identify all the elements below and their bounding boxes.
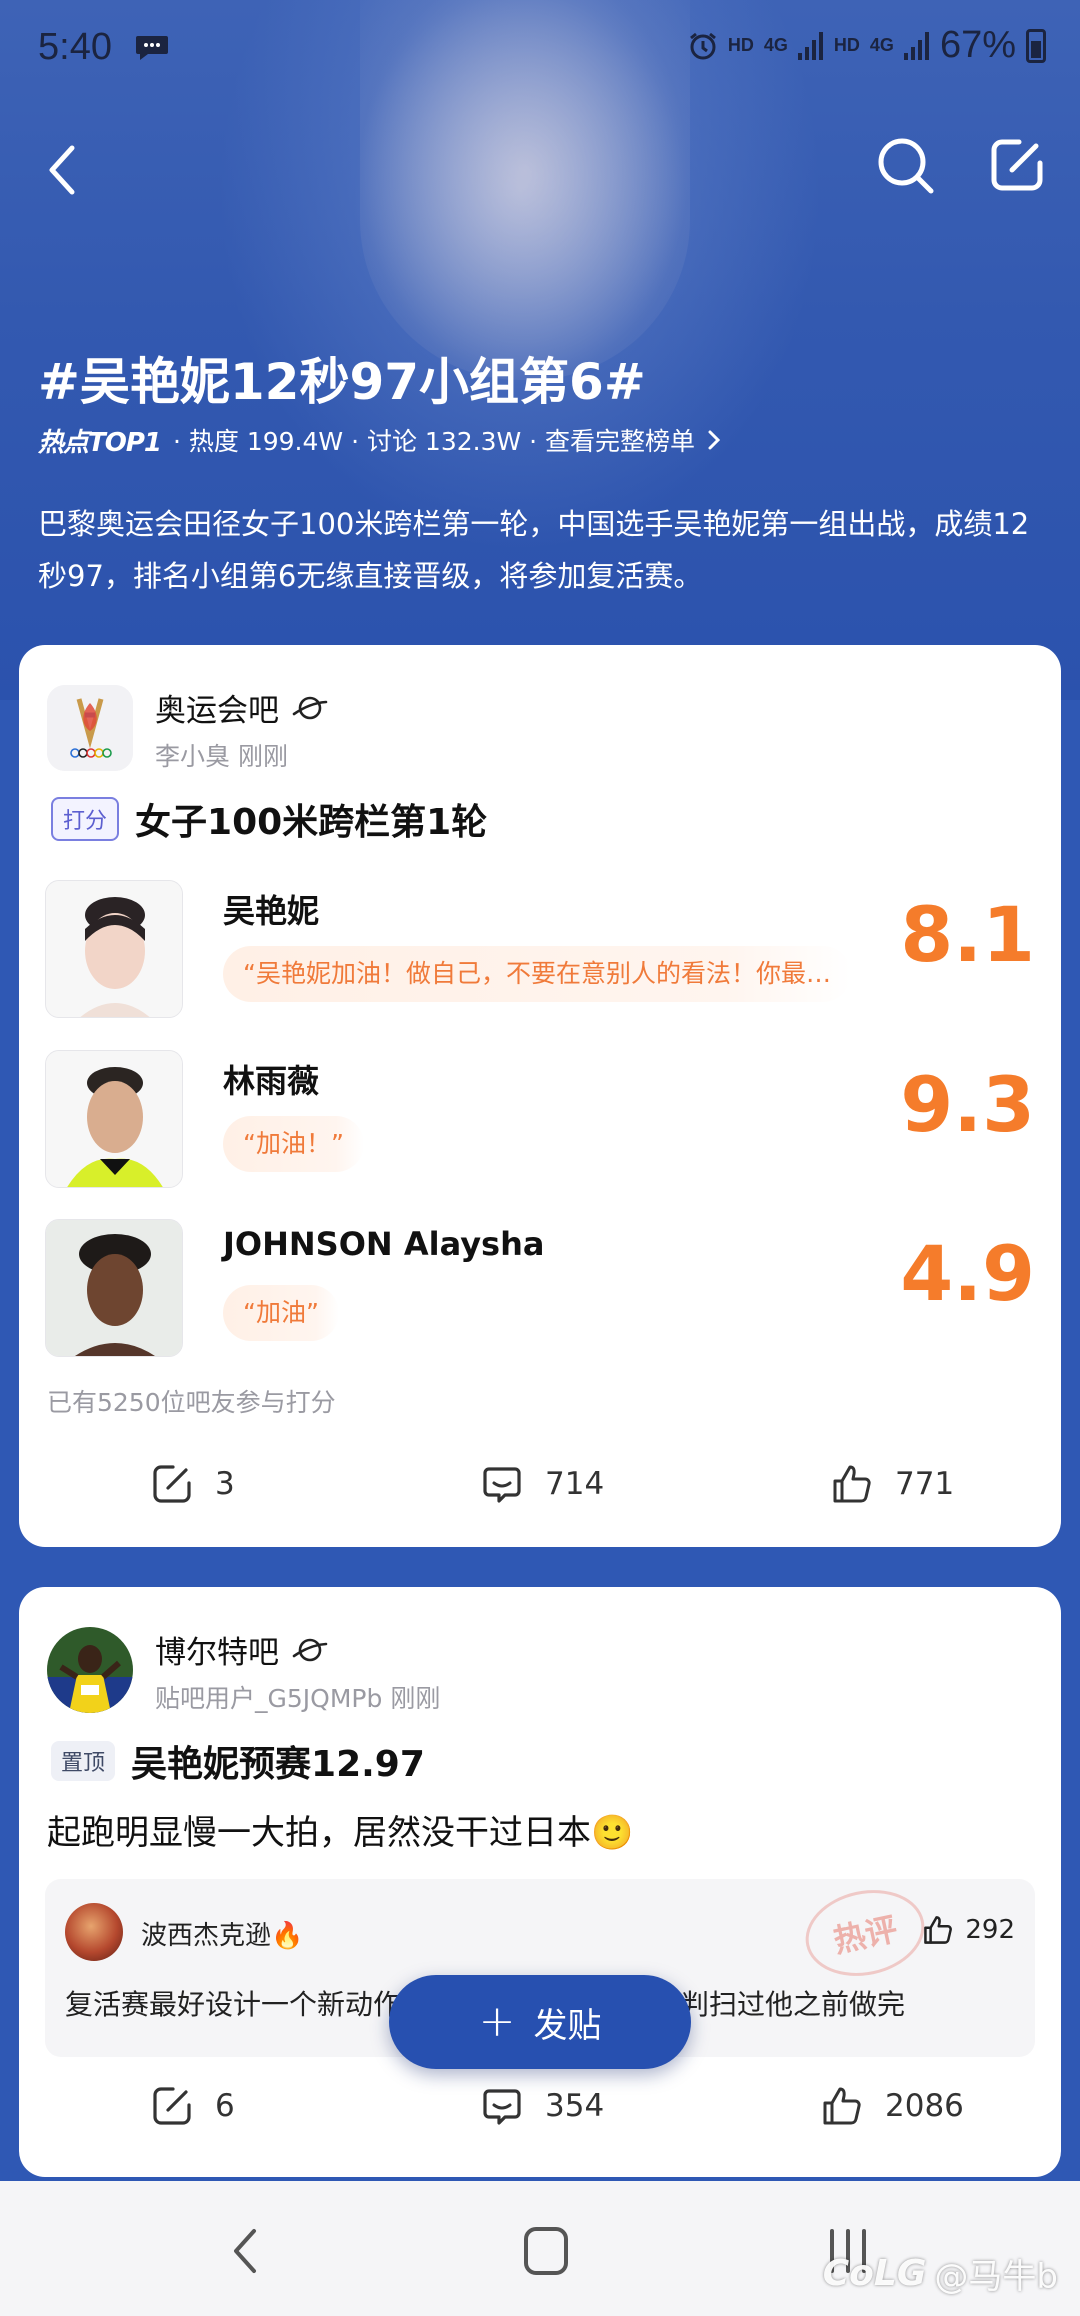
- net2-label: HD: [833, 35, 860, 55]
- watermark: CoLG @马牛b: [823, 2249, 1058, 2298]
- battery-icon: [1026, 28, 1046, 63]
- share-button[interactable]: 6: [149, 2083, 235, 2129]
- net1-type: 4G: [763, 35, 788, 55]
- system-nav-bar: CoLG @马牛b: [0, 2181, 1080, 2316]
- thumbs-up-icon: [833, 1465, 871, 1503]
- participant-count: 已有5250位吧友参与打分: [47, 1388, 336, 1417]
- compose-icon[interactable]: [986, 134, 1048, 196]
- rating-post-card[interactable]: 奥运会吧 李小臭 刚刚 打分 女子100米跨栏第1轮 吴艳妮 “吴艳妮加油！做自…: [19, 645, 1061, 1547]
- comment-count: 354: [545, 2088, 605, 2124]
- share-edit-icon: [153, 2087, 191, 2125]
- signal-icon: [903, 31, 930, 60]
- athlete-photo: [45, 1050, 183, 1188]
- comment-icon: [483, 1467, 521, 1503]
- athlete-photo: [45, 1219, 183, 1357]
- new-post-button[interactable]: + 发贴: [389, 1975, 691, 2069]
- topic-title: #吴艳妮12秒97小组第6#: [38, 353, 646, 411]
- athlete-name: 林雨薇: [223, 1062, 320, 1100]
- back-arrow-icon[interactable]: [38, 140, 88, 200]
- search-icon[interactable]: [874, 134, 936, 196]
- share-button[interactable]: 3: [149, 1461, 235, 1507]
- message-icon: [136, 36, 168, 60]
- battery-percent: 67%: [939, 24, 1016, 66]
- share-edit-icon: [153, 1465, 191, 1503]
- athlete-photo: [45, 880, 183, 1018]
- nav-back-icon[interactable]: [218, 2223, 278, 2279]
- comment-button[interactable]: 354: [479, 2083, 604, 2129]
- pinned-post-card[interactable]: 博尔特吧 贴吧用户_G5JQMPb 刚刚 置顶 吴艳妮预赛12.97 起跑明显慢…: [19, 1587, 1061, 2177]
- like-button[interactable]: 2086: [819, 2083, 964, 2129]
- alarm-icon: [689, 32, 716, 59]
- comment-button[interactable]: 714: [479, 1461, 604, 1507]
- bar-name-label: 博尔特吧: [155, 1635, 279, 1671]
- rating-row[interactable]: 林雨薇 “加油！” 9.3: [45, 1050, 1035, 1188]
- comment-count: 714: [545, 1466, 605, 1502]
- thumbs-up-icon: [924, 1916, 953, 1944]
- chevron-right-icon: [708, 430, 721, 450]
- rating-row[interactable]: JOHNSON Alaysha “加油” 4.9: [45, 1219, 1035, 1357]
- bar-name[interactable]: 奥运会吧: [155, 685, 329, 730]
- rating-score: 9.3: [900, 1060, 1035, 1149]
- post-author-line: 贴吧用户_G5JQMPb 刚刚: [155, 1679, 440, 1715]
- bar-avatar-image: [47, 1627, 133, 1713]
- net1-label: HD: [727, 35, 754, 55]
- topic-description: 巴黎奥运会田径女子100米跨栏第一轮，中国选手吴艳妮第一组出战，成绩12秒97，…: [38, 507, 1030, 593]
- pinned-badge: 置顶: [51, 1741, 116, 1781]
- status-icons: HD 4G HD 4G 67%: [688, 24, 1046, 67]
- comment-like-count: 292: [965, 1915, 1015, 1945]
- watermark-logo: CoLG: [822, 2253, 927, 2294]
- post-author[interactable]: 李小臭: [155, 742, 230, 771]
- post-time: 刚刚: [390, 1684, 441, 1713]
- commenter-avatar[interactable]: [65, 1903, 123, 1961]
- topic-meta[interactable]: 热点TOP1 · 热度 199.4W · 讨论 132.3W · 查看完整榜单: [38, 420, 723, 460]
- nav-home-icon[interactable]: [516, 2223, 576, 2279]
- top-rating-quote: “吴艳妮加油！做自己，不要在意别人的看法！你最…: [223, 946, 851, 1002]
- thumbs-up-icon: [823, 2087, 861, 2125]
- rating-score: 4.9: [900, 1229, 1035, 1318]
- paris-2024-logo: [47, 685, 133, 771]
- plus-icon: +: [478, 1996, 516, 2047]
- bar-name-label: 奥运会吧: [155, 693, 279, 729]
- post-title-row[interactable]: 打分 女子100米跨栏第1轮: [51, 793, 487, 845]
- athlete-name: JOHNSON Alaysha: [223, 1225, 545, 1263]
- net2-type: 4G: [869, 35, 894, 55]
- post-actions: 6 354 2086: [19, 2083, 1061, 2143]
- status-bar: 5:40 HD 4G HD 4G 67%: [0, 0, 1080, 94]
- post-author[interactable]: 贴吧用户_G5JQMPb: [155, 1684, 382, 1713]
- post-title: 吴艳妮预赛12.97: [131, 1744, 425, 1785]
- hot-top1-badge: 热点TOP1: [38, 427, 162, 458]
- topic-stats: · 热度 199.4W · 讨论 132.3W · 查看完整榜单: [173, 427, 696, 456]
- signal-icon: [797, 31, 824, 60]
- post-title: 女子100米跨栏第1轮: [135, 802, 488, 843]
- status-time: 5:40: [38, 26, 112, 68]
- comment-like-button[interactable]: 292: [921, 1913, 1015, 1947]
- rating-badge: 打分: [51, 797, 120, 841]
- post-actions: 3 714 771: [19, 1461, 1061, 1521]
- rating-row[interactable]: 吴艳妮 “吴艳妮加油！做自己，不要在意别人的看法！你最… 8.1: [45, 880, 1035, 1018]
- post-time: 刚刚: [237, 742, 288, 771]
- commenter-name[interactable]: 波西杰克逊🔥: [141, 1915, 303, 1952]
- athlete-name: 吴艳妮: [223, 892, 320, 930]
- planet-icon: [292, 1638, 328, 1661]
- top-rating-quote: “加油”: [223, 1285, 339, 1341]
- bar-name[interactable]: 博尔特吧: [155, 1627, 329, 1672]
- post-title-row[interactable]: 置顶 吴艳妮预赛12.97: [51, 1735, 425, 1787]
- olympics-bar-avatar[interactable]: [47, 685, 133, 771]
- planet-icon: [292, 696, 328, 719]
- watermark-handle: @马牛b: [934, 2257, 1058, 2297]
- share-count: 3: [215, 1466, 235, 1502]
- post-body: 起跑明显慢一大拍，居然没干过日本🙂: [47, 1813, 634, 1853]
- new-post-label: 发贴: [533, 2005, 602, 2046]
- post-author-line: 李小臭 刚刚: [155, 737, 288, 773]
- top-rating-quote: “加油！”: [223, 1116, 364, 1172]
- share-count: 6: [215, 2088, 235, 2124]
- rating-score: 8.1: [900, 890, 1035, 979]
- comment-icon: [483, 2089, 521, 2125]
- like-count: 2086: [885, 2088, 964, 2124]
- bolt-bar-avatar[interactable]: [47, 1627, 133, 1713]
- hot-comment-stamp: 热评: [797, 1879, 933, 1987]
- like-count: 771: [895, 1466, 955, 1502]
- like-button[interactable]: 771: [829, 1461, 954, 1507]
